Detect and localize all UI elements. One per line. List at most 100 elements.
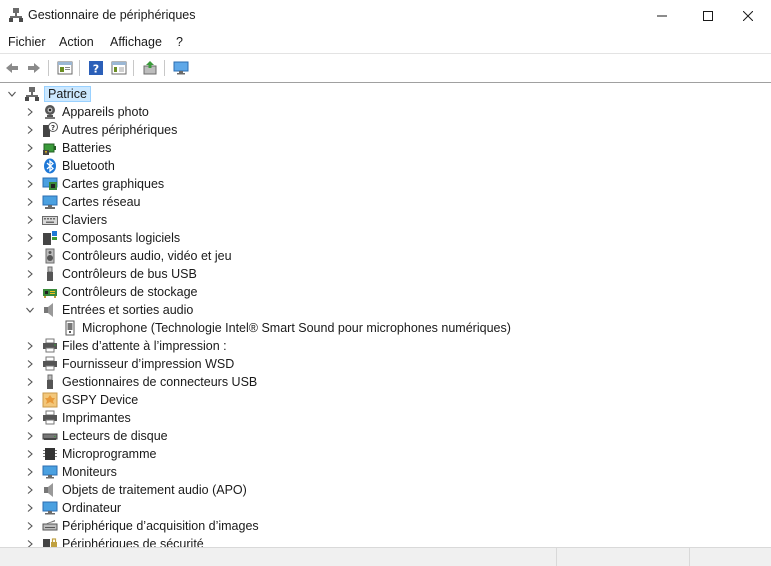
unknown-device-icon: ? bbox=[42, 122, 58, 138]
tree-category[interactable]: Fournisseur d’impression WSD bbox=[24, 355, 234, 373]
expand-toggle[interactable] bbox=[24, 196, 36, 208]
expand-toggle[interactable] bbox=[24, 268, 36, 280]
title-bar: Gestionnaire de périphériques bbox=[0, 0, 771, 31]
forward-icon bbox=[28, 63, 40, 73]
expand-toggle[interactable] bbox=[24, 232, 36, 244]
chevron-right-icon bbox=[27, 504, 33, 512]
tree-device[interactable]: Microphone (Technologie Intel® Smart Sou… bbox=[62, 319, 511, 337]
status-cell bbox=[556, 548, 690, 566]
tree-category[interactable]: Lecteurs de disque bbox=[24, 427, 168, 445]
chevron-right-icon bbox=[27, 198, 33, 206]
expand-toggle[interactable] bbox=[24, 430, 36, 442]
tree-category[interactable]: Périphérique d’acquisition d’images bbox=[24, 517, 259, 535]
help-button[interactable]: ? bbox=[86, 58, 106, 78]
minimize-button[interactable] bbox=[639, 0, 685, 31]
tree-item-label: Claviers bbox=[62, 213, 108, 227]
menu-fichier[interactable]: Fichier bbox=[8, 35, 46, 49]
monitor-icon bbox=[42, 464, 58, 480]
tree-item-label: Bluetooth bbox=[62, 159, 115, 173]
status-bar bbox=[0, 547, 771, 566]
chevron-right-icon bbox=[27, 468, 33, 476]
tree-category[interactable]: ? Autres périphériques bbox=[24, 121, 177, 139]
view-button[interactable] bbox=[109, 58, 129, 78]
tree-category[interactable]: GSPY Device bbox=[24, 391, 138, 409]
update-driver-button[interactable] bbox=[140, 58, 160, 78]
tree-category[interactable]: Claviers bbox=[24, 211, 107, 229]
toolbar-separator bbox=[79, 60, 80, 76]
tree-category[interactable]: Bluetooth bbox=[24, 157, 115, 175]
expand-toggle[interactable] bbox=[24, 394, 36, 406]
storage-controller-icon bbox=[42, 284, 58, 300]
tree-item-label: Contrôleurs de bus USB bbox=[62, 267, 197, 281]
chevron-right-icon bbox=[27, 378, 33, 386]
chevron-right-icon bbox=[27, 126, 33, 134]
display-adapter-icon bbox=[42, 176, 58, 192]
expand-toggle[interactable] bbox=[24, 124, 36, 136]
expand-toggle[interactable] bbox=[24, 448, 36, 460]
tree-category[interactable]: Cartes réseau bbox=[24, 193, 141, 211]
toolbar: ? bbox=[0, 53, 771, 82]
expand-toggle[interactable] bbox=[24, 484, 36, 496]
expand-toggle[interactable] bbox=[24, 502, 36, 514]
expand-toggle[interactable] bbox=[24, 286, 36, 298]
expand-toggle[interactable] bbox=[24, 376, 36, 388]
tree-item-label: Lecteurs de disque bbox=[62, 429, 168, 443]
chevron-right-icon bbox=[27, 144, 33, 152]
speaker-icon bbox=[42, 482, 58, 498]
menu-affichage[interactable]: Affichage bbox=[110, 35, 162, 49]
tree-root[interactable]: Patrice bbox=[6, 85, 91, 103]
tree-item-label: Composants logiciels bbox=[62, 231, 181, 245]
tree-category[interactable]: Ordinateur bbox=[24, 499, 121, 517]
menu-help[interactable]: ? bbox=[176, 35, 183, 49]
collapse-toggle[interactable] bbox=[24, 304, 36, 316]
expand-toggle[interactable] bbox=[24, 214, 36, 226]
audio-controller-icon bbox=[42, 248, 58, 264]
tree-category[interactable]: Moniteurs bbox=[24, 463, 117, 481]
tree-category[interactable]: Imprimantes bbox=[24, 409, 131, 427]
tree-root-label: Patrice bbox=[44, 86, 91, 102]
tree-category[interactable]: Gestionnaires de connecteurs USB bbox=[24, 373, 257, 391]
toolbar-separator bbox=[164, 60, 165, 76]
minimize-icon bbox=[657, 15, 667, 16]
camera-icon bbox=[42, 104, 58, 120]
view-icon bbox=[111, 61, 127, 75]
back-icon bbox=[6, 63, 18, 73]
expand-toggle[interactable] bbox=[24, 160, 36, 172]
tree-category[interactable]: Cartes graphiques bbox=[24, 175, 164, 193]
close-button[interactable] bbox=[725, 0, 771, 31]
tree-category[interactable]: Batteries bbox=[24, 139, 111, 157]
tree-item-label: Cartes graphiques bbox=[62, 177, 165, 191]
expand-toggle[interactable] bbox=[24, 520, 36, 532]
scan-hardware-button[interactable] bbox=[171, 58, 191, 78]
expand-toggle[interactable] bbox=[24, 340, 36, 352]
forward-button[interactable] bbox=[24, 58, 44, 78]
tree-category[interactable]: Contrôleurs de stockage bbox=[24, 283, 198, 301]
collapse-toggle[interactable] bbox=[6, 88, 18, 100]
tree-category[interactable]: Contrôleurs de bus USB bbox=[24, 265, 197, 283]
expand-toggle[interactable] bbox=[24, 142, 36, 154]
tree-item-label: Microphone (Technologie Intel® Smart Sou… bbox=[82, 321, 511, 335]
chevron-right-icon bbox=[27, 360, 33, 368]
tree-category[interactable]: Appareils photo bbox=[24, 103, 149, 121]
expand-toggle[interactable] bbox=[24, 358, 36, 370]
back-button[interactable] bbox=[2, 58, 22, 78]
chevron-right-icon bbox=[27, 108, 33, 116]
toolbar-separator bbox=[133, 60, 134, 76]
menu-action[interactable]: Action bbox=[59, 35, 94, 49]
tree-category[interactable]: Composants logiciels bbox=[24, 229, 180, 247]
device-tree: Patrice Appareils photo? Autres périphériq… bbox=[0, 82, 771, 548]
expand-toggle[interactable] bbox=[24, 412, 36, 424]
expand-toggle[interactable] bbox=[24, 106, 36, 118]
tree-category[interactable]: Contrôleurs audio, vidéo et jeu bbox=[24, 247, 232, 265]
tree-category[interactable]: Entrées et sorties audio bbox=[24, 301, 193, 319]
tree-category[interactable]: Microprogramme bbox=[24, 445, 156, 463]
update-driver-icon bbox=[143, 61, 157, 75]
expand-toggle[interactable] bbox=[24, 466, 36, 478]
properties-button[interactable] bbox=[55, 58, 75, 78]
expand-toggle[interactable] bbox=[24, 178, 36, 190]
tree-category[interactable]: Files d’attente à l’impression : bbox=[24, 337, 227, 355]
window-title: Gestionnaire de périphériques bbox=[28, 8, 196, 22]
expand-toggle[interactable] bbox=[24, 250, 36, 262]
tree-category[interactable]: Objets de traitement audio (APO) bbox=[24, 481, 247, 499]
chevron-right-icon bbox=[27, 414, 33, 422]
